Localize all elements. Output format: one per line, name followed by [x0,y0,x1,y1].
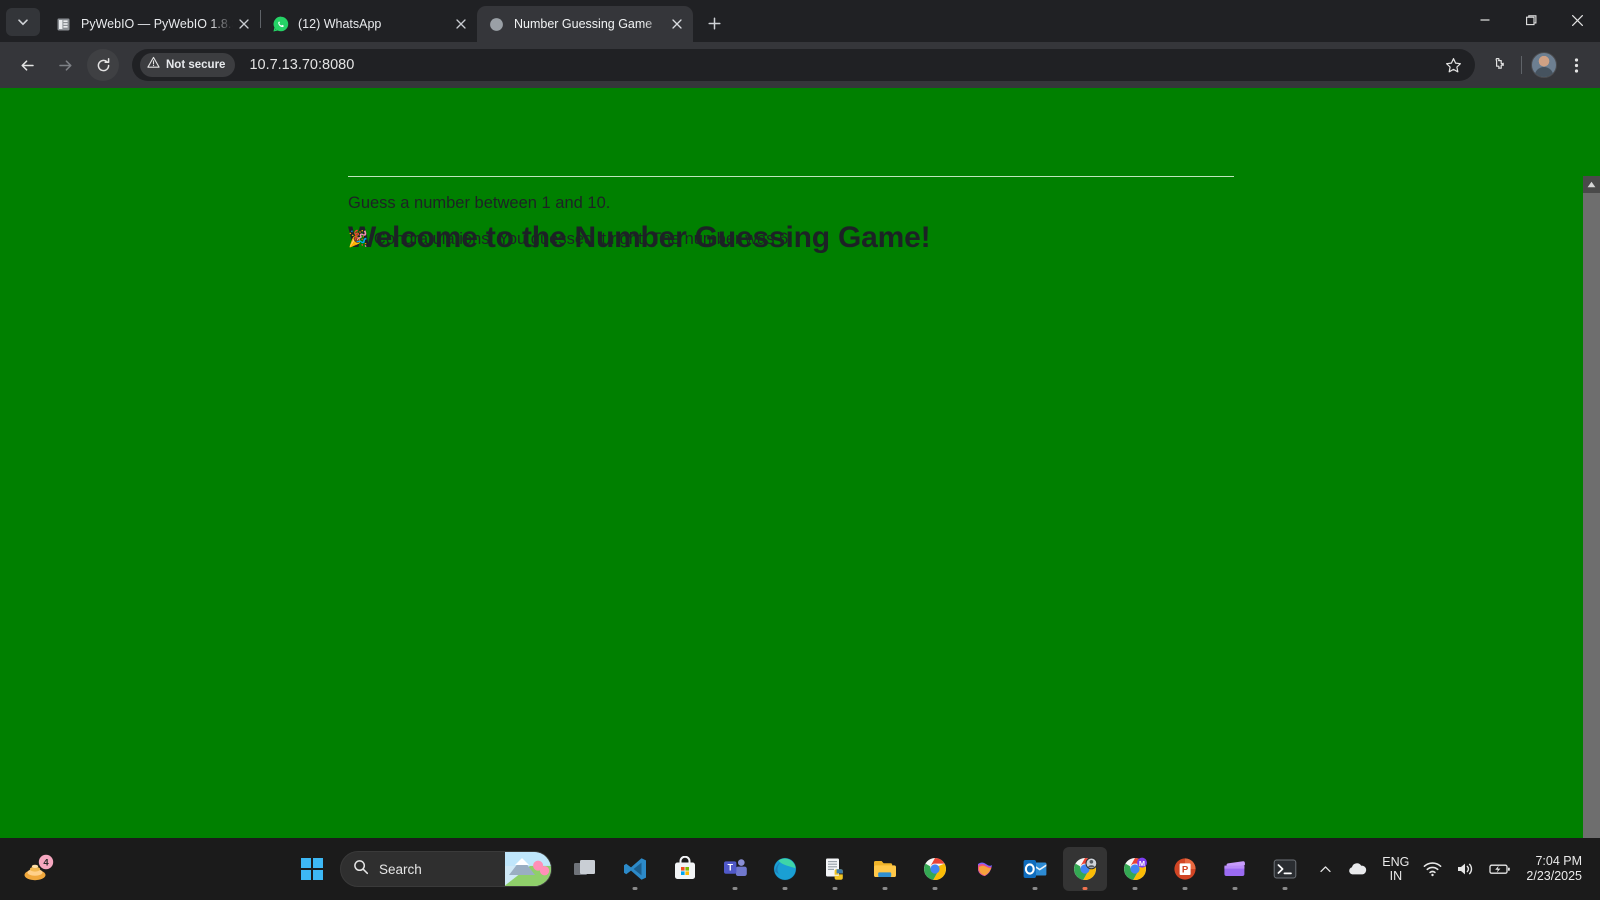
browser-tab-active[interactable]: Number Guessing Game [477,6,693,42]
taskbar-app-vscode[interactable] [613,847,657,891]
three-dot-menu-icon[interactable] [1560,49,1592,81]
taskbar-search[interactable]: Search [340,851,552,887]
taskbar-app-task-view[interactable] [563,847,607,891]
close-icon[interactable] [450,14,471,35]
tab-title: (12) WhatsApp [298,17,382,31]
taskbar-app-clipchamp[interactable] [1213,847,1257,891]
address-bar[interactable]: Not secure 10.7.13.70:8080 [132,49,1475,81]
battery-charging-icon[interactable] [1482,847,1518,891]
browser-tab[interactable]: (12) WhatsApp [261,6,477,42]
browser-tab[interactable]: PyWebIO — PyWebIO 1.8.3 doc [44,6,260,42]
search-icon [353,859,369,880]
star-icon[interactable] [1437,49,1469,81]
wifi-icon[interactable] [1416,847,1449,891]
running-indicator [1232,887,1238,890]
game-result-text: Congratulations! You guessed it right. T… [373,230,793,248]
security-status-badge[interactable]: Not secure [140,53,236,77]
running-indicator [782,887,788,890]
new-tab-button[interactable] [699,8,729,38]
weather-widget-icon: 4 [24,854,54,881]
svg-text:T: T [727,863,733,873]
language-secondary: IN [1389,869,1403,883]
game-prompt-text: Guess a number between 1 and 10. [348,194,611,212]
party-popper-icon: 🎉 [348,231,368,248]
widgets-badge-count: 4 [43,858,49,869]
url-text: 10.7.13.70:8080 [249,57,355,73]
taskbar-app-microsoft-edge[interactable] [763,847,807,891]
tab-title: Number Guessing Game [514,17,653,31]
running-indicator [1132,887,1138,890]
running-indicator [932,887,938,890]
clock-date: 2/23/2025 [1526,869,1582,883]
running-indicator [1032,887,1038,890]
taskbar-app-chrome-active[interactable] [1063,847,1107,891]
omnibox-actions [1437,49,1475,81]
avatar [1531,52,1557,78]
onedrive-cloud-icon[interactable] [1339,847,1375,891]
reload-icon[interactable] [87,49,119,81]
puzzle-piece-icon[interactable] [1483,49,1515,81]
taskbar-app-python-idle[interactable] [813,847,857,891]
running-indicator [1182,887,1188,890]
search-highlight-image [505,852,551,886]
running-indicator [632,887,638,890]
tab-strip: PyWebIO — PyWebIO 1.8.3 doc (12) WhatsAp… [0,0,1600,42]
back-arrow-icon[interactable] [11,49,43,81]
tab-title: PyWebIO — PyWebIO 1.8.3 doc [81,17,233,31]
scroll-up-arrow-icon[interactable] [1583,176,1600,193]
clock[interactable]: 7:04 PM 2/23/2025 [1518,854,1592,884]
chevron-up-icon[interactable] [1312,847,1339,891]
system-tray: ENG IN 7:04 PM 2/23/2025 [1312,838,1592,900]
window-controls [1462,0,1600,42]
title-divider [348,176,1234,177]
taskbar-app-terminal[interactable] [1263,847,1307,891]
forward-arrow-icon[interactable] [49,49,81,81]
maximize-icon[interactable] [1508,0,1554,40]
pywebio-docs-icon [55,16,72,33]
taskbar-center: Search T M P [290,838,1310,900]
running-indicator [1282,887,1288,890]
running-indicator [832,887,838,890]
running-indicator [882,887,888,890]
windows-taskbar: 4 Search T M P ENG IN 7:04 PM 2/23/2025 [0,838,1600,900]
page-scrollbar[interactable] [1583,176,1600,838]
browser-window: PyWebIO — PyWebIO 1.8.3 doc (12) WhatsAp… [0,0,1600,838]
game-result-row: 🎉 Congratulations! You guessed it right. … [348,229,793,249]
speaker-icon[interactable] [1449,847,1482,891]
page-viewport: Welcome to the Number Guessing Game! Gue… [0,88,1600,838]
taskbar-app-file-explorer[interactable] [863,847,907,891]
widgets-button[interactable]: 4 [10,846,66,892]
browser-toolbar: Not secure 10.7.13.70:8080 [0,42,1600,88]
start-button[interactable] [290,847,334,891]
profile-avatar[interactable] [1528,49,1560,81]
svg-text:P: P [1182,864,1189,875]
taskbar-app-microsoft-teams[interactable]: T [713,847,757,891]
taskbar-app-powerpoint[interactable]: P [1163,847,1207,891]
running-indicator [732,887,738,890]
language-indicator[interactable]: ENG IN [1375,847,1416,891]
taskbar-app-google-chrome[interactable] [913,847,957,891]
taskbar-app-outlook[interactable] [1013,847,1057,891]
minimize-icon[interactable] [1462,0,1508,40]
svg-text:M: M [1139,859,1145,868]
taskbar-app-copilot[interactable] [963,847,1007,891]
close-icon[interactable] [1554,0,1600,40]
taskbar-app-microsoft-store[interactable] [663,847,707,891]
warning-triangle-icon [147,56,160,74]
whatsapp-icon [272,16,289,33]
active-indicator [1082,887,1088,890]
taskbar-app-chrome-profile-m[interactable]: M [1113,847,1157,891]
language-primary: ENG [1382,854,1410,869]
close-icon[interactable] [233,14,254,35]
close-icon[interactable] [666,14,687,35]
clock-time: 7:04 PM [1535,854,1582,868]
security-status-label: Not secure [166,59,226,71]
search-placeholder: Search [379,861,422,877]
toolbar-separator [1521,56,1522,74]
generic-page-icon [488,16,505,33]
tab-search-button[interactable] [6,8,40,36]
